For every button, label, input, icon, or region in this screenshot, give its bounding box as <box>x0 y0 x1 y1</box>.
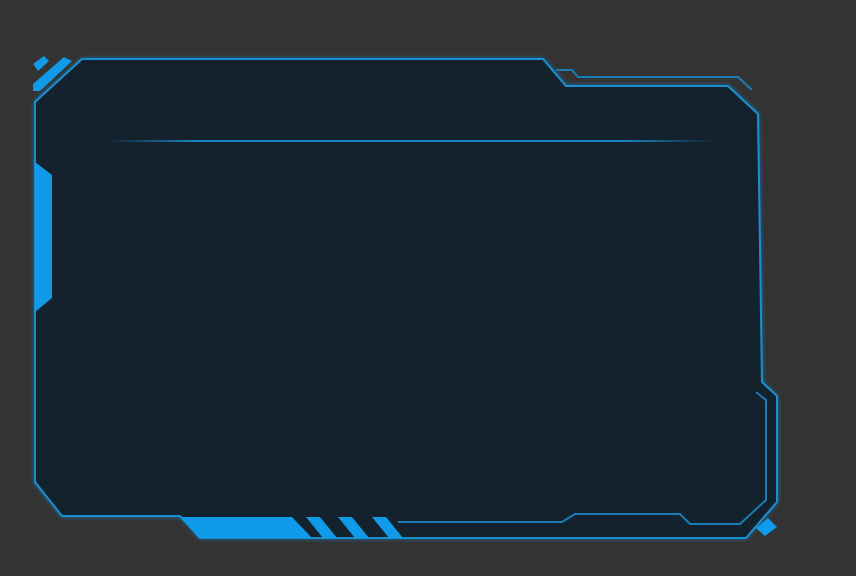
corner-chevron-icon <box>33 56 49 71</box>
hud-frame-graphic <box>33 56 778 539</box>
left-side-bar <box>35 162 52 312</box>
panel-body <box>34 58 778 539</box>
bottom-accent-bar <box>180 517 312 538</box>
header-divider-line <box>105 140 715 142</box>
hud-frame-stage <box>0 0 856 576</box>
